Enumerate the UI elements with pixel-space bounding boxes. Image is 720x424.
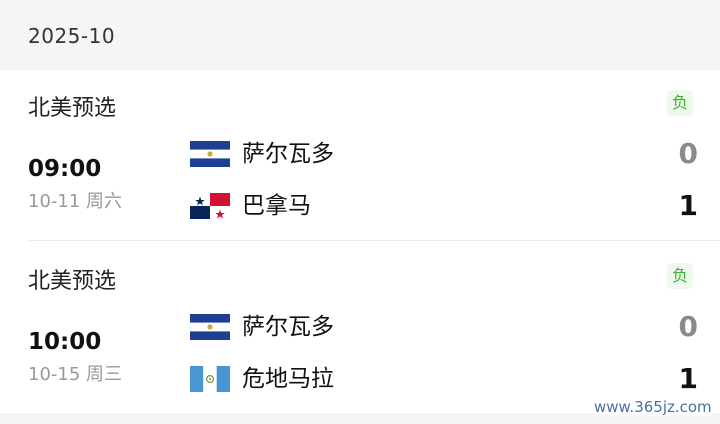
home-team-row: 萨尔瓦多 0 (190, 138, 710, 170)
home-team-row: 萨尔瓦多 0 (190, 311, 710, 343)
panama-flag-icon (190, 193, 230, 219)
away-score: 1 (678, 189, 698, 222)
away-score: 1 (678, 362, 698, 395)
watermark: www.365jz.com (594, 398, 712, 416)
el-salvador-flag-icon (190, 314, 230, 340)
match-divider (28, 240, 720, 241)
away-team-row: 危地马拉 1 (190, 363, 710, 395)
result-badge: 负 (667, 263, 693, 289)
home-team-name: 萨尔瓦多 (242, 314, 334, 340)
kickoff-time: 09:00 (28, 156, 102, 182)
month-header: 2025-10 (0, 0, 720, 70)
home-score: 0 (678, 310, 698, 343)
kickoff-time: 10:00 (28, 329, 102, 355)
match-card[interactable]: 北美预选 负 10:00 10-15 周三 萨尔瓦多 0 危地马拉 1 (0, 243, 720, 415)
month-label: 2025-10 (28, 24, 116, 48)
guatemala-flag-icon (190, 366, 230, 392)
competition-label: 北美预选 (28, 96, 117, 121)
home-score: 0 (678, 137, 698, 170)
away-team-name: 巴拿马 (242, 193, 311, 219)
away-team-row: 巴拿马 1 (190, 190, 710, 222)
competition-label: 北美预选 (28, 269, 117, 294)
kickoff-date: 10-15 周三 (28, 364, 123, 385)
el-salvador-flag-icon (190, 141, 230, 167)
kickoff-date: 10-11 周六 (28, 191, 123, 212)
result-badge: 负 (667, 90, 693, 116)
away-team-name: 危地马拉 (242, 366, 334, 392)
home-team-name: 萨尔瓦多 (242, 141, 334, 167)
match-card[interactable]: 北美预选 负 09:00 10-11 周六 萨尔瓦多 0 巴拿马 1 (0, 70, 720, 242)
